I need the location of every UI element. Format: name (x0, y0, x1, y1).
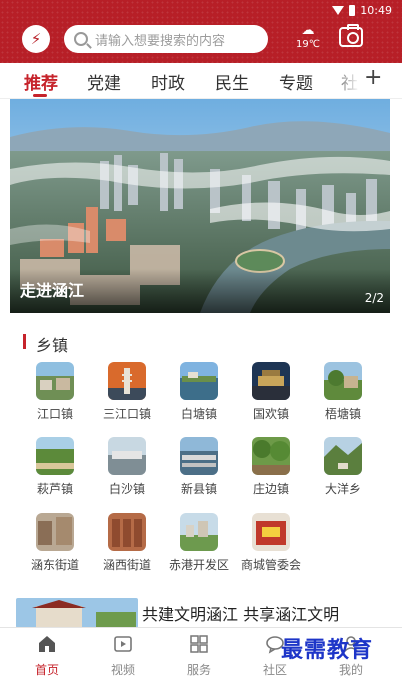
status-bar: 10:49 (332, 2, 392, 18)
town-item[interactable]: 江口镇 (19, 362, 91, 422)
town-label: 国欢镇 (252, 407, 289, 421)
town-label: 萩芦镇 (36, 482, 73, 496)
town-label: 涵西街道 (102, 558, 151, 572)
status-time: 10:49 (360, 3, 392, 17)
town-thumbnail (108, 513, 146, 551)
weather-temperature: 19℃ (296, 39, 320, 50)
town-thumbnail (180, 362, 218, 400)
nav-video-label: 视频 (110, 663, 135, 677)
weather-widget[interactable]: ☁ 19℃ (290, 24, 326, 54)
town-item[interactable]: 三江口镇 (91, 362, 163, 422)
add-channel-icon[interactable]: + (364, 65, 382, 90)
town-thumbnail (108, 362, 146, 400)
town-item[interactable]: 大洋乡 (307, 437, 379, 497)
town-label: 白塘镇 (180, 407, 217, 421)
town-item[interactable]: 涵西街道 (91, 513, 163, 573)
app-logo-icon[interactable]: ⚡ (22, 25, 50, 53)
nav-services-label: 服务 (186, 663, 211, 677)
section-marker (23, 334, 26, 349)
home-icon (39, 636, 55, 652)
tab-party-building[interactable]: 党建 (87, 69, 121, 94)
town-item[interactable]: 梧塘镇 (307, 362, 379, 422)
town-label: 江口镇 (36, 407, 73, 421)
town-item[interactable]: 赤港开发区 (163, 513, 235, 573)
active-tab-indicator (33, 94, 47, 97)
search-placeholder: 请输入想要搜索的内容 (95, 33, 226, 49)
watermark-text: 最需教育 (281, 637, 374, 663)
news-thumbnail[interactable] (16, 598, 138, 628)
town-item[interactable]: 国欢镇 (235, 362, 307, 422)
banner-carousel[interactable]: 走进涵江 2/2 (10, 99, 390, 313)
top-header: 10:49 ⚡ 请输入想要搜索的内容 ☁ 19℃ (0, 0, 402, 63)
nav-video[interactable]: 视频 (88, 628, 158, 681)
town-thumbnail (252, 362, 290, 400)
town-item[interactable]: 新县镇 (163, 437, 235, 497)
town-label: 涵东街道 (30, 558, 79, 572)
town-thumbnail (252, 513, 290, 551)
video-icon (114, 636, 132, 652)
town-label: 大洋乡 (324, 482, 361, 496)
town-label: 新县镇 (180, 482, 217, 496)
town-thumbnail (36, 362, 74, 400)
town-item[interactable]: 白沙镇 (91, 437, 163, 497)
town-label: 白沙镇 (108, 482, 145, 496)
town-item[interactable]: 商城管委会 (235, 513, 307, 573)
town-label: 赤港开发区 (168, 558, 229, 572)
town-item[interactable]: 白塘镇 (163, 362, 235, 422)
town-label: 庄边镇 (252, 482, 289, 496)
town-thumbnail (36, 437, 74, 475)
search-input[interactable]: 请输入想要搜索的内容 (64, 25, 268, 53)
tab-recommend[interactable]: 推荐 (24, 69, 58, 94)
nav-home-label: 首页 (34, 663, 59, 677)
app-screen: 10:49 ⚡ 请输入想要搜索的内容 ☁ 19℃ 推荐 党建 时政 民生 专题 … (0, 0, 402, 681)
town-item[interactable]: 萩芦镇 (19, 437, 91, 497)
town-item[interactable]: 庄边镇 (235, 437, 307, 497)
news-headline[interactable]: 共建文明涵江 共享涵江文明 (142, 601, 339, 625)
town-item[interactable]: 涵东街道 (19, 513, 91, 573)
grid-icon (190, 635, 208, 653)
town-label: 商城管委会 (240, 558, 301, 572)
town-thumbnail (36, 513, 74, 551)
cloud-icon: ☁ (301, 23, 315, 38)
tab-topics[interactable]: 专题 (279, 69, 313, 94)
tab-politics[interactable]: 时政 (151, 69, 185, 94)
channel-tabs: 推荐 党建 时政 民生 专题 社 + (0, 63, 402, 99)
nav-home[interactable]: 首页 (12, 628, 82, 681)
section-title-towns: 乡镇 (36, 336, 69, 355)
town-label: 三江口镇 (102, 407, 151, 421)
nav-services[interactable]: 服务 (164, 628, 234, 681)
banner-caption: 走进涵江 (20, 281, 85, 300)
battery-icon (349, 4, 356, 16)
banner-page-indicator: 2/2 (364, 291, 384, 305)
town-thumbnail (252, 437, 290, 475)
wifi-icon (332, 5, 345, 15)
town-thumbnail (108, 437, 146, 475)
town-thumbnail (180, 513, 218, 551)
camera-icon[interactable] (339, 24, 363, 47)
search-icon (74, 32, 88, 46)
tab-livelihood[interactable]: 民生 (215, 69, 249, 94)
town-thumbnail (324, 437, 362, 475)
town-thumbnail (180, 437, 218, 475)
town-label: 梧塘镇 (324, 407, 361, 421)
town-thumbnail (324, 362, 362, 400)
